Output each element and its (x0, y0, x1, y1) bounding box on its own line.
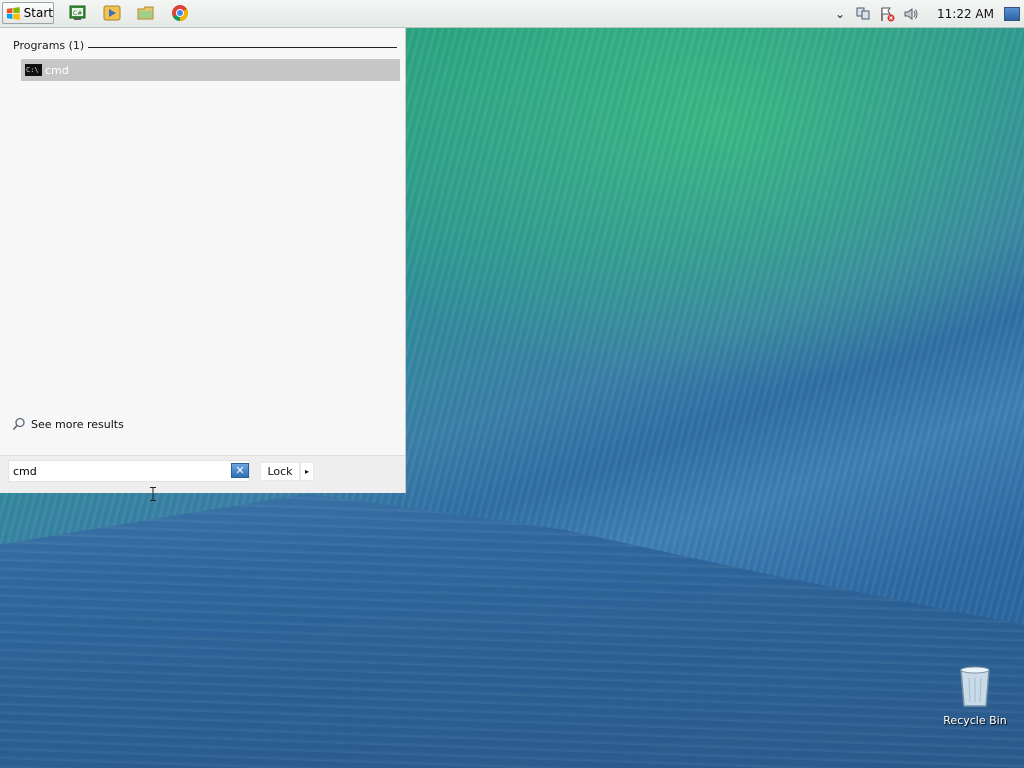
start-button[interactable]: Start (2, 2, 54, 24)
recycle-bin-label: Recycle Bin (943, 714, 1007, 727)
taskbar: Start C# ⌄ 11:22 AM (0, 0, 1024, 28)
clear-search-button[interactable]: ✕ (231, 463, 249, 478)
search-result-label: cmd (45, 63, 69, 77)
wallpaper-sea-ripples (0, 493, 1024, 768)
action-center-flag-icon[interactable] (879, 6, 895, 22)
network-icon[interactable] (855, 6, 871, 22)
media-player-icon[interactable] (103, 4, 121, 22)
command-prompt-icon: C:\ (25, 64, 42, 76)
system-tray: ⌄ 11:22 AM (835, 0, 1024, 27)
csharp-app-icon[interactable]: C# (69, 4, 87, 22)
file-explorer-icon[interactable] (137, 4, 155, 22)
tray-overflow-icon[interactable]: ⌄ (835, 7, 845, 21)
start-menu: Programs (1) C:\ cmd See more results ✕ … (0, 28, 406, 501)
taskbar-clock[interactable]: 11:22 AM (937, 7, 994, 21)
ibeam-cursor-icon (150, 487, 156, 501)
recycle-bin-shortcut[interactable]: Recycle Bin (940, 664, 1010, 734)
see-more-results-link[interactable]: See more results (12, 417, 124, 431)
programs-section-header: Programs (1) (13, 39, 85, 52)
show-desktop-button[interactable] (1004, 6, 1020, 21)
recycle-bin-icon (960, 666, 990, 707)
windows-logo-icon (6, 6, 20, 20)
volume-icon[interactable] (903, 6, 919, 22)
lock-button[interactable]: Lock (260, 462, 300, 481)
start-menu-search-bar: ✕ Lock ▸ (0, 455, 405, 501)
magnifier-icon (12, 417, 25, 431)
start-button-label: Start (23, 6, 53, 20)
svg-text:C#: C# (73, 10, 82, 17)
start-search-input[interactable] (8, 460, 250, 482)
chrome-icon[interactable] (171, 4, 189, 22)
see-more-results-label: See more results (31, 417, 124, 431)
power-options-arrow-button[interactable]: ▸ (300, 462, 314, 481)
programs-section-divider (88, 47, 397, 48)
search-result-item[interactable]: C:\ cmd (21, 59, 400, 81)
